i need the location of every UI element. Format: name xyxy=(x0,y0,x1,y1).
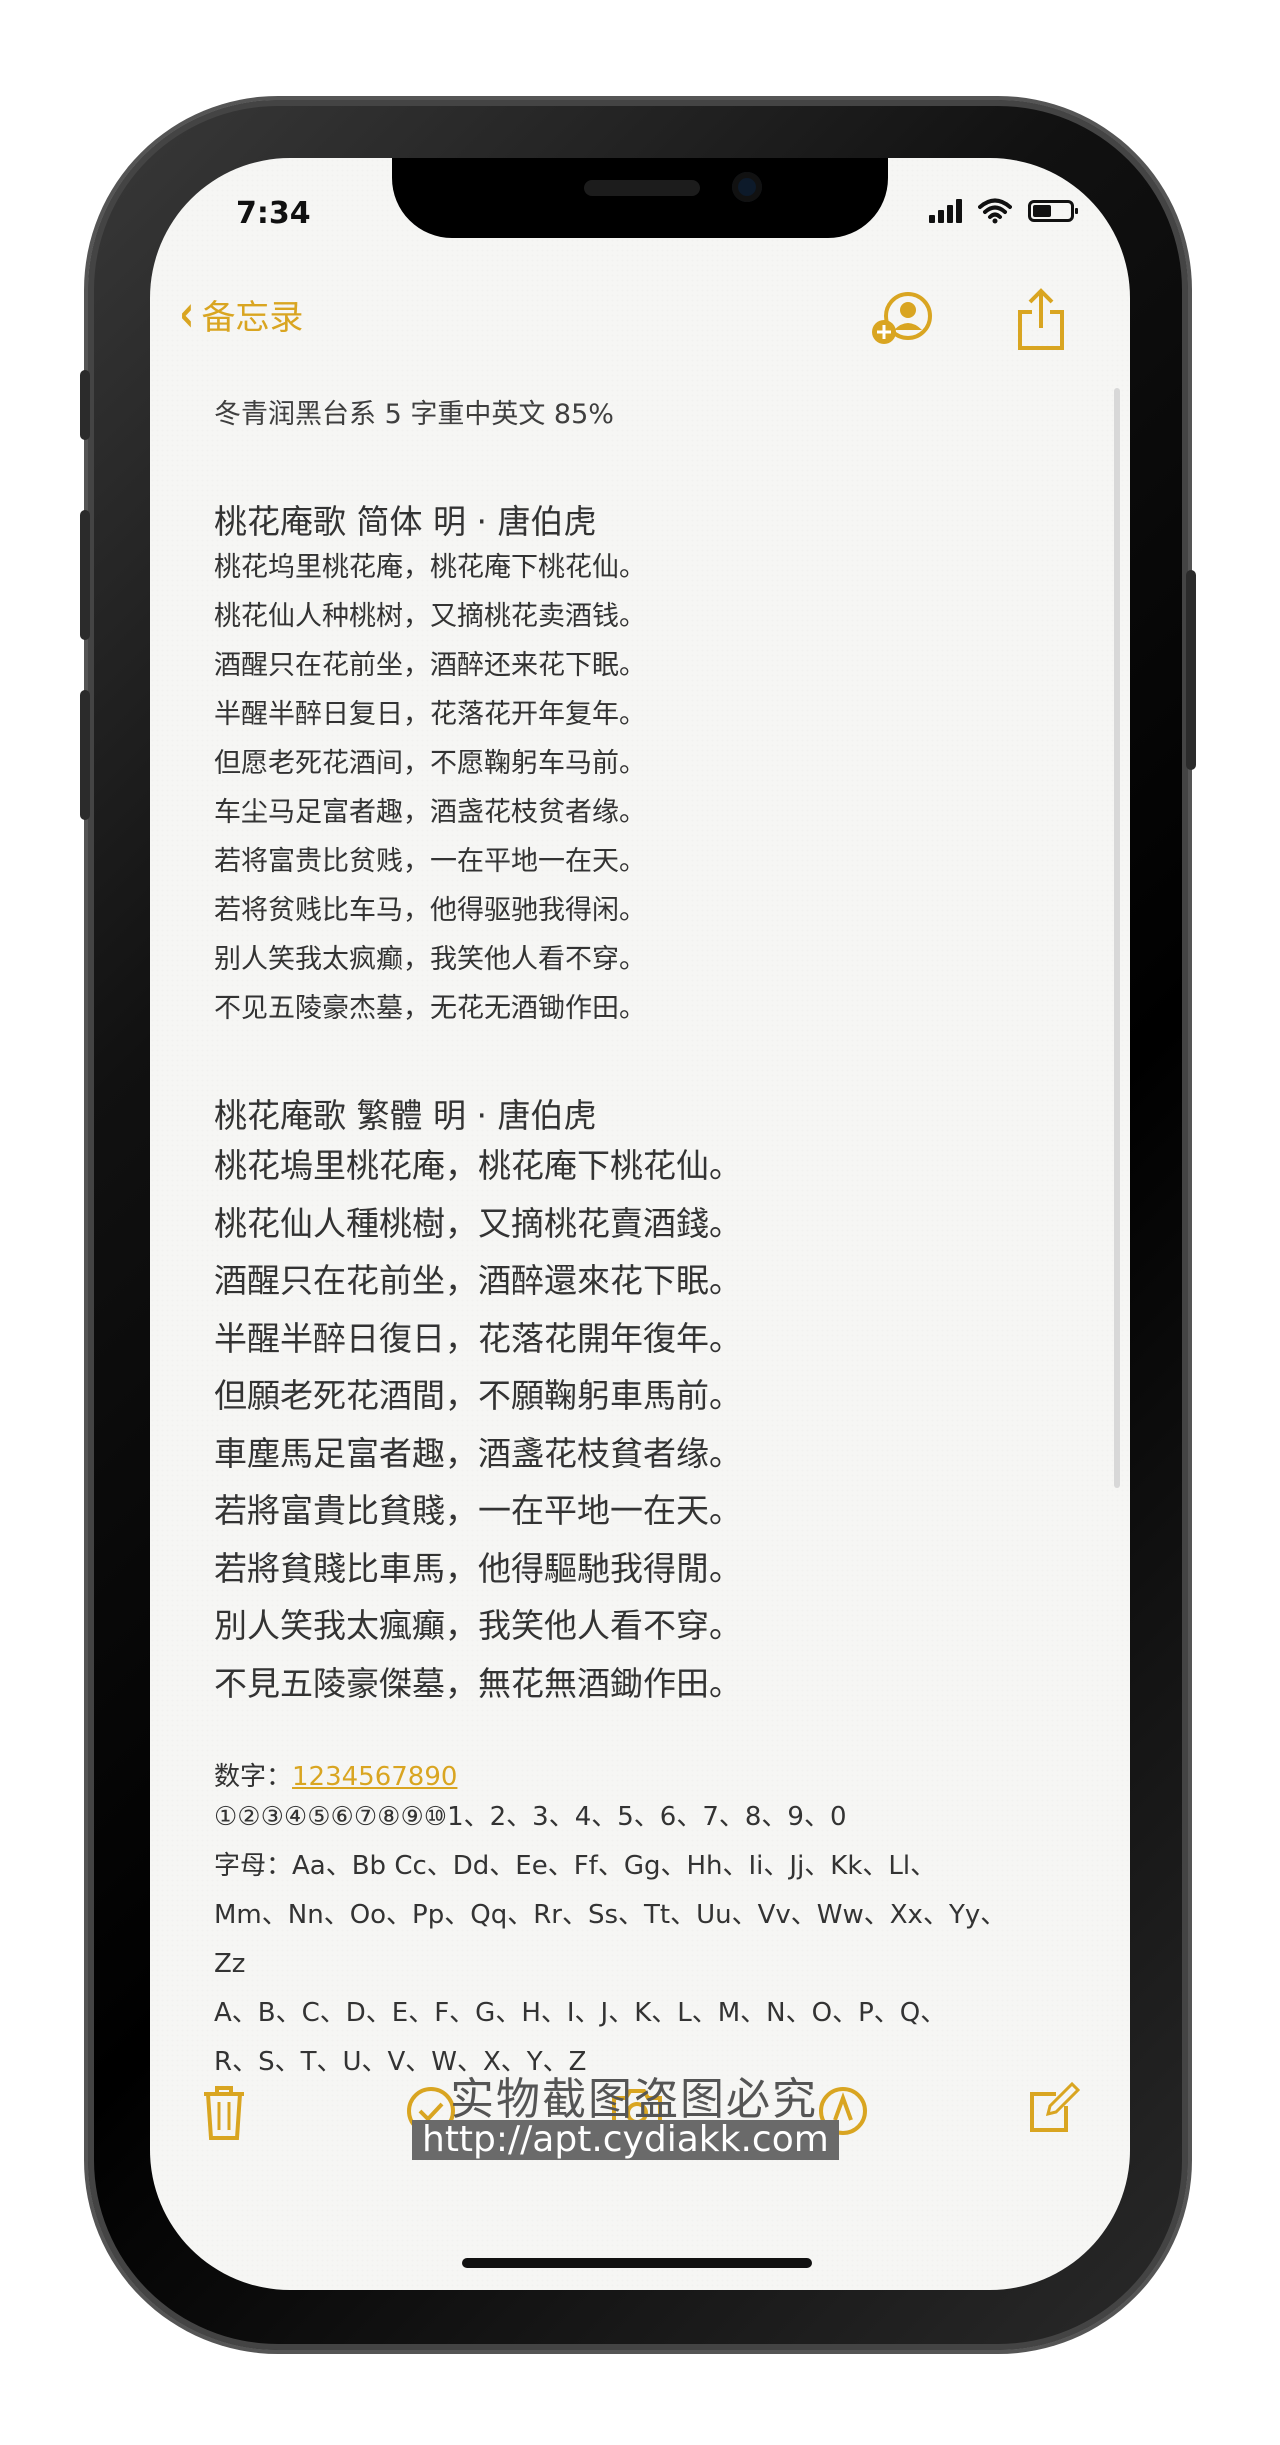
front-camera xyxy=(732,172,762,202)
poem-line: 若將貧賤比車馬，他得驅馳我得閒。 xyxy=(214,1548,742,1588)
note-content[interactable]: 冬青润黑台系 5 字重中英文 85% 桃花庵歌 简体 明 · 唐伯虎 桃花坞里桃… xyxy=(214,368,1074,2087)
poem-line: 別人笑我太瘋癲，我笑他人看不穿。 xyxy=(214,1606,742,1645)
poem-line: 不见五陵豪杰墓，无花无酒锄作田。 xyxy=(214,993,646,1024)
watermark-url: http://apt.cydiakk.com xyxy=(412,2120,839,2160)
poem-line: 桃花仙人種桃樹，又摘桃花賣酒錢。 xyxy=(214,1203,742,1243)
power-button xyxy=(1186,570,1196,770)
back-button[interactable]: ‹ 备忘录 xyxy=(176,288,303,340)
poem-line: 酒醒只在花前坐，酒醉还来花下眠。 xyxy=(214,650,646,681)
compose-icon[interactable] xyxy=(1026,2080,1080,2136)
screen: 7:34 ‹ 备忘录 冬青润黑台系 5 字重中英文 85% 桃花庵歌 简体 明 … xyxy=(150,158,1130,2290)
numbers-link[interactable]: 1234567890 xyxy=(292,1762,457,1792)
poem-line: 桃花坞里桃花庵，桃花庵下桃花仙。 xyxy=(214,552,646,583)
sample-line: Zz xyxy=(214,1949,246,1979)
home-indicator[interactable] xyxy=(462,2258,812,2268)
volume-down-button xyxy=(80,690,90,820)
traditional-title: 桃花庵歌 繁體 明 · 唐伯虎 xyxy=(214,1096,597,1135)
sample-line: Mm、Nn、Oo、Pp、Qq、Rr、Ss、Tt、Uu、Vv、Ww、Xx、Yy、 xyxy=(214,1900,1007,1930)
poem-line: 别人笑我太疯癫，我笑他人看不穿。 xyxy=(214,944,646,975)
wifi-icon xyxy=(978,198,1012,224)
poem-line: 但愿老死花酒间，不愿鞠躬车马前。 xyxy=(214,748,646,779)
note-meta: 冬青润黑台系 5 字重中英文 85% xyxy=(214,399,614,430)
add-person-icon[interactable] xyxy=(870,290,934,350)
battery-icon xyxy=(1028,200,1078,222)
mute-switch xyxy=(80,370,90,440)
sample-line: ①②③④⑤⑥⑦⑧⑨⑩1、2、3、4、5、6、7、8、9、0 xyxy=(214,1802,847,1832)
poem-line: 桃花塢里桃花庵，桃花庵下桃花仙。 xyxy=(214,1146,742,1185)
poem-line: 車塵馬足富者趣，酒盞花枝貧者缘。 xyxy=(214,1433,742,1473)
nav-bar: ‹ 备忘录 xyxy=(150,288,1130,378)
numbers-label: 数字： xyxy=(214,1762,293,1792)
poem-line: 酒醒只在花前坐，酒醉還來花下眠。 xyxy=(214,1261,742,1300)
poem-line: 但願老死花酒間，不願鞠躬車馬前。 xyxy=(214,1376,742,1415)
volume-up-button xyxy=(80,510,90,640)
poem-line: 半醒半醉日复日，花落花开年复年。 xyxy=(214,699,646,730)
poem-line: 桃花仙人种桃树，又摘桃花卖酒钱。 xyxy=(214,601,646,632)
simplified-title: 桃花庵歌 简体 明 · 唐伯虎 xyxy=(214,502,597,541)
watermark-text: 实物截图盗图必究 xyxy=(450,2074,818,2125)
poem-line: 半醒半醉日復日，花落花開年復年。 xyxy=(214,1318,742,1358)
status-icons xyxy=(929,198,1078,224)
poem-line: 若将富贵比贫贱，一在平地一在天。 xyxy=(214,846,646,877)
sample-line: A、B、C、D、E、F、G、H、I、J、K、L、M、N、O、P、Q、 xyxy=(214,1998,947,2028)
notch xyxy=(392,158,888,238)
cellular-signal-icon xyxy=(929,199,962,223)
chevron-left-icon: ‹ xyxy=(179,284,195,344)
status-time: 7:34 xyxy=(236,196,311,231)
share-icon[interactable] xyxy=(1014,288,1068,352)
poem-line: 不見五陵豪傑墓，無花無酒鋤作田。 xyxy=(214,1663,742,1703)
speaker xyxy=(584,180,700,196)
sample-line: 字母：Aa、Bb Cc、Dd、Ee、Ff、Gg、Hh、Ii、Jj、Kk、Ll、 xyxy=(214,1851,937,1881)
poem-line: 若將富貴比貧賤，一在平地一在天。 xyxy=(214,1491,742,1530)
scrollbar[interactable] xyxy=(1114,388,1120,1488)
numbers-row: 数字：1234567890 xyxy=(214,1756,1074,1793)
poem-line: 若将贫贱比车马，他得驱驰我得闲。 xyxy=(214,895,646,926)
trash-icon[interactable] xyxy=(200,2084,248,2142)
back-label: 备忘录 xyxy=(201,297,304,338)
poem-line: 车尘马足富者趣，酒盏花枝贫者缘。 xyxy=(214,797,646,828)
